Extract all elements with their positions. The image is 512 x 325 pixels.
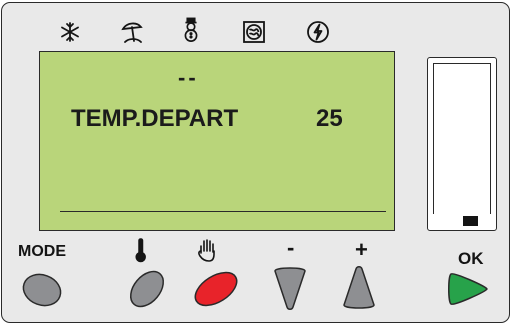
- lightning-icon: [305, 19, 331, 45]
- parameter-value: 25: [316, 105, 343, 132]
- thermometer-icon: [128, 237, 154, 263]
- minus-button[interactable]: [272, 265, 308, 311]
- plus-label: +: [355, 237, 368, 262]
- compartment-slot: [463, 216, 478, 226]
- mode-button[interactable]: [20, 271, 64, 309]
- frost-icon: [57, 19, 83, 45]
- compartment-window: [433, 63, 491, 214]
- plus-button[interactable]: [341, 265, 377, 311]
- ok-label: OK: [458, 249, 484, 268]
- mode-label: MODE: [18, 243, 66, 260]
- snowman-icon: [178, 17, 204, 43]
- temperature-button[interactable]: [125, 268, 169, 310]
- minus-label: -: [287, 235, 295, 260]
- control-panel: -- TEMP.DEPART 25 MODE - + OK: [1, 2, 510, 323]
- vacation-icon: [119, 19, 145, 45]
- hand-icon: [195, 237, 221, 263]
- display-top-text: --: [178, 65, 199, 90]
- display-divider: [60, 211, 386, 212]
- side-compartment: [427, 57, 497, 231]
- boiler-icon: [241, 19, 267, 45]
- lcd-display: -- TEMP.DEPART 25: [39, 51, 395, 231]
- parameter-name: TEMP.DEPART: [71, 105, 239, 132]
- ok-button[interactable]: [445, 270, 491, 308]
- manual-button[interactable]: [192, 269, 240, 309]
